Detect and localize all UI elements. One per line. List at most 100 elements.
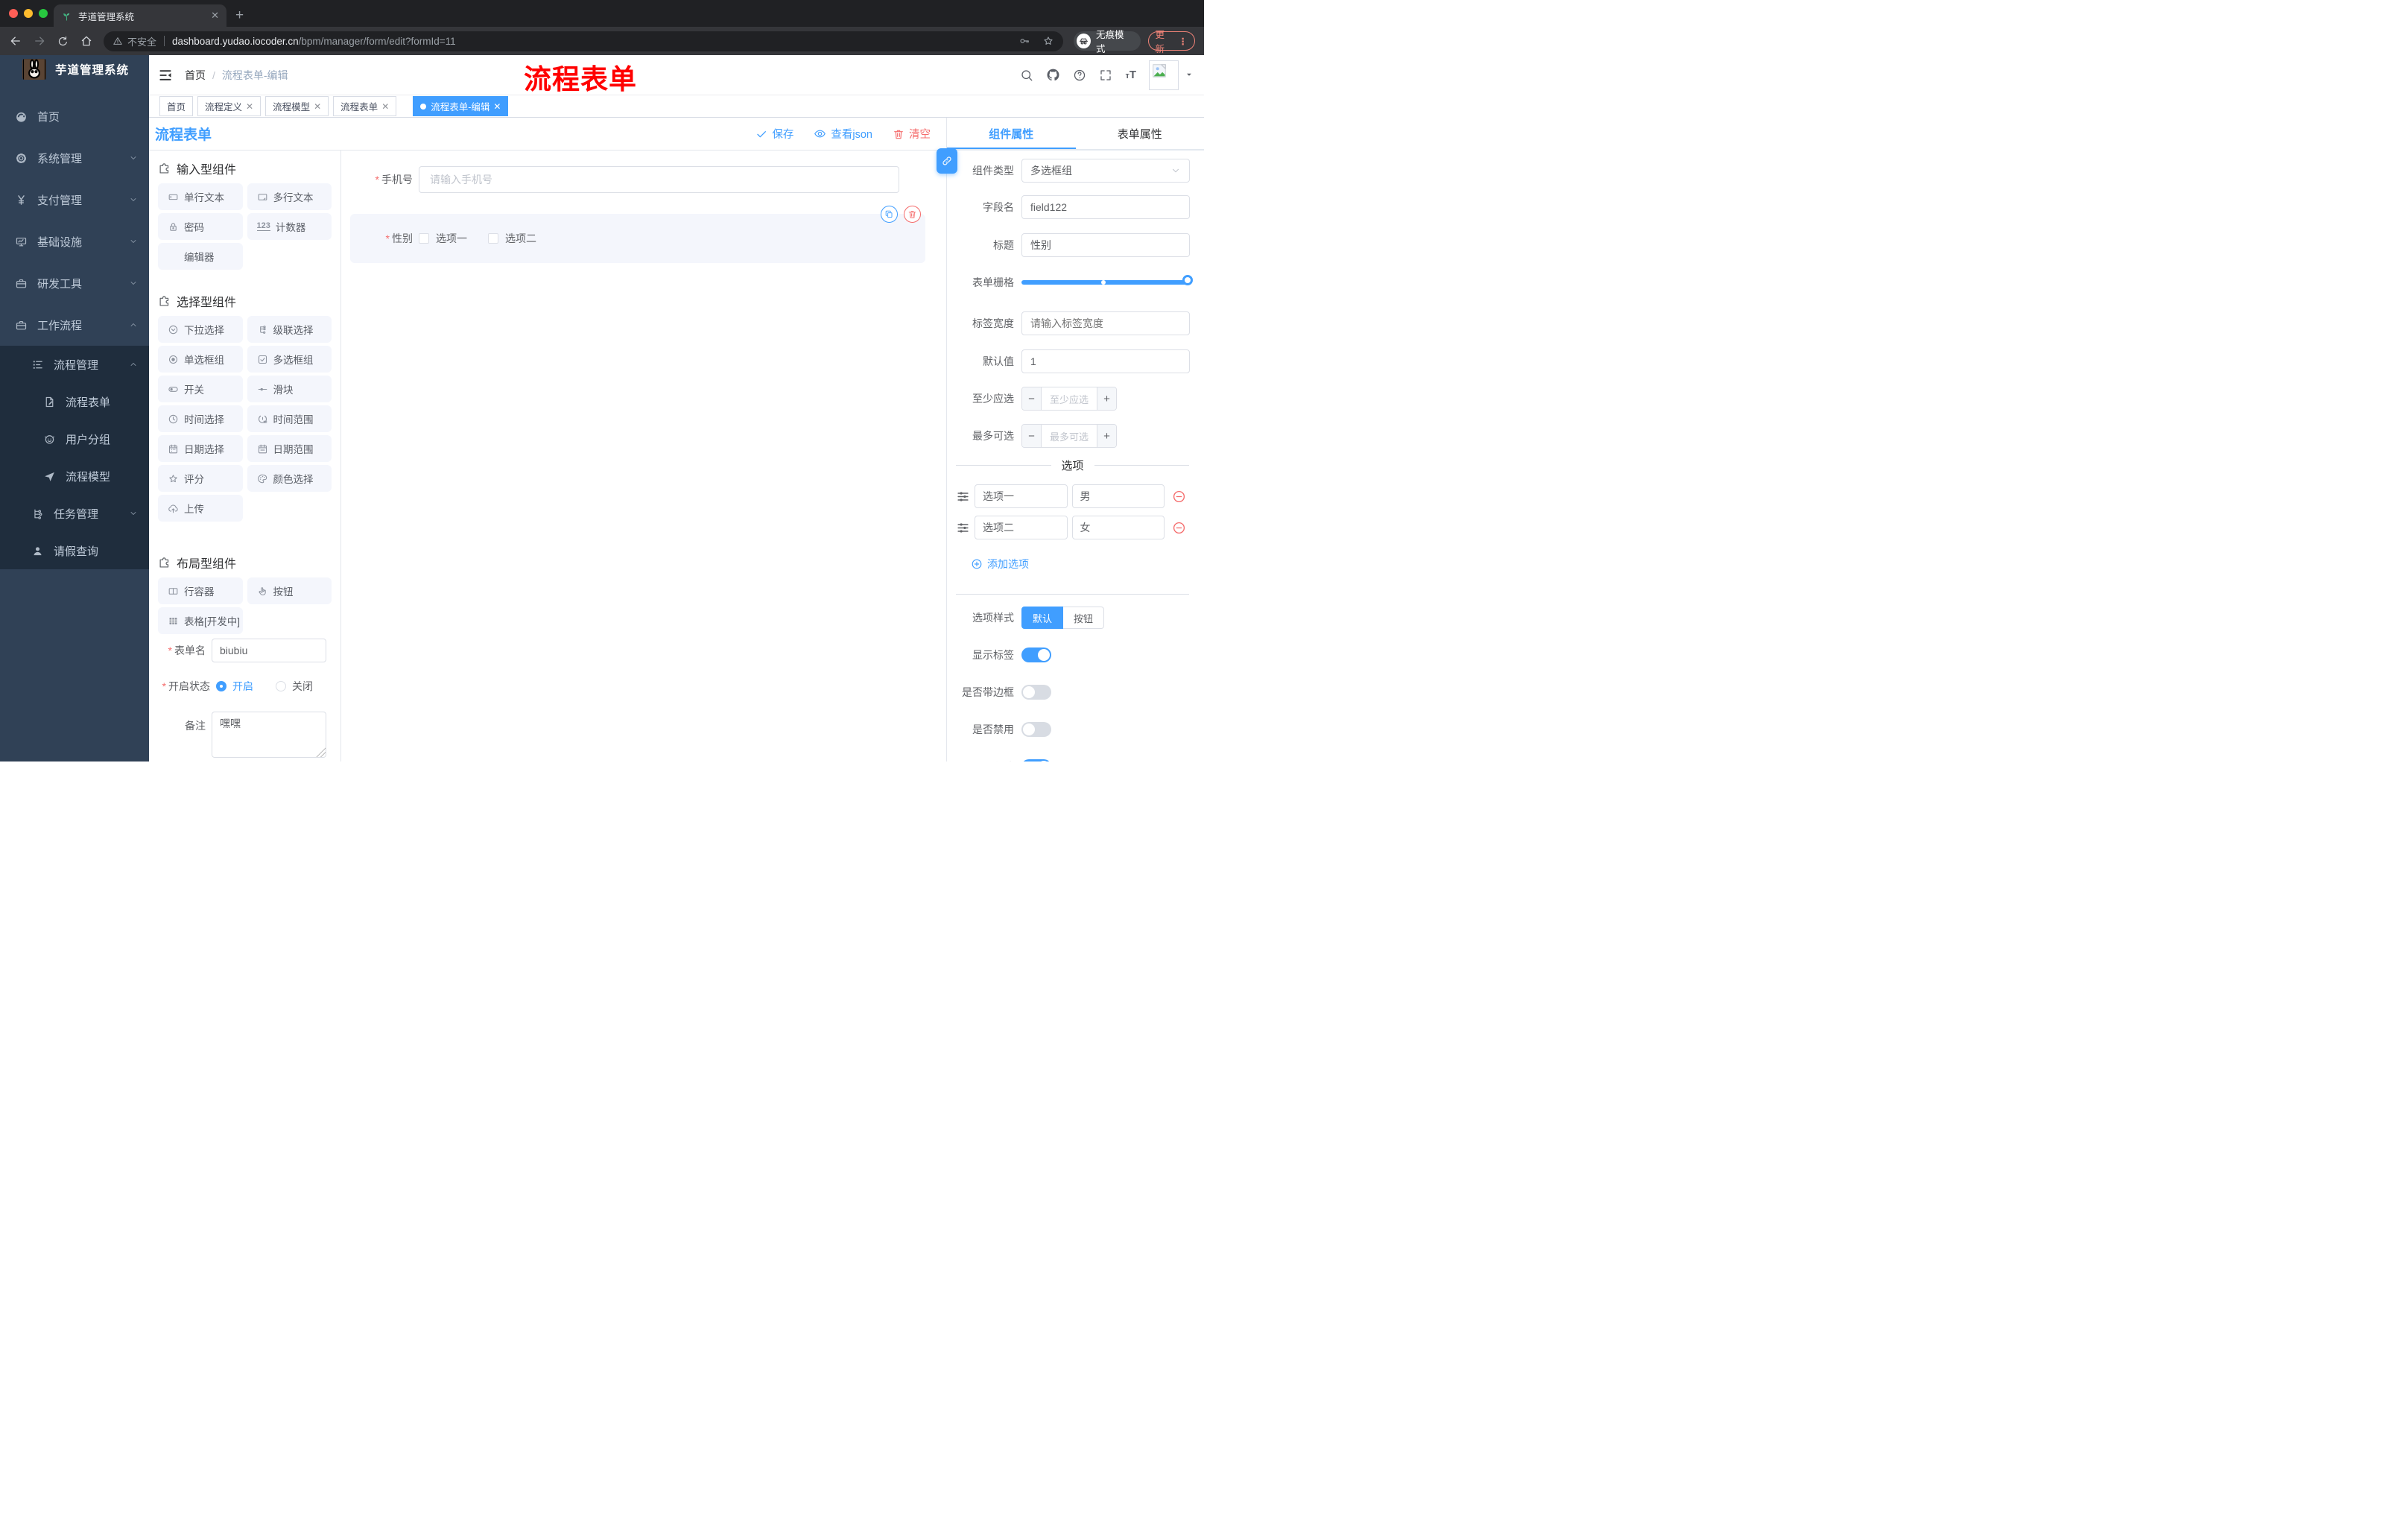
sidebar-item-系统管理[interactable]: 系统管理 <box>0 137 149 179</box>
plus-button[interactable]: + <box>1097 387 1116 410</box>
status-off-radio[interactable] <box>276 681 286 691</box>
palette-item-上传[interactable]: 上传 <box>158 495 243 522</box>
palette-item-颜色选择[interactable]: 颜色选择 <box>247 465 332 492</box>
minus-button[interactable]: − <box>1022 387 1042 410</box>
palette-item-单行文本[interactable]: 单行文本 <box>158 183 243 210</box>
status-on-radio[interactable] <box>216 681 226 691</box>
url-bar[interactable]: 不安全 dashboard.yudao.iocoder.cn /bpm/mana… <box>104 31 1063 51</box>
font-size-icon[interactable]: тT <box>1125 69 1136 81</box>
toggle-显示标签[interactable] <box>1021 647 1051 662</box>
maximize-window-button[interactable] <box>39 9 48 18</box>
reload-icon[interactable] <box>57 35 69 48</box>
remove-option-button[interactable] <box>1172 490 1186 504</box>
sidebar-item-用户分组[interactable]: 用户分组 <box>0 420 149 457</box>
browser-tab[interactable]: 芋道管理系统 ✕ <box>54 4 226 27</box>
tab-component-props[interactable]: 组件属性 <box>947 118 1076 149</box>
help-icon[interactable] <box>1073 69 1086 82</box>
palette-item-表格[开发中][interactable]: 表格[开发中] <box>158 607 243 634</box>
remark-textarea[interactable]: 嘿嘿 <box>212 712 326 758</box>
minus-button[interactable]: − <box>1022 425 1042 447</box>
canvas-field-gender-selected[interactable]: * 性别 选项一 选项二 <box>350 206 925 263</box>
sidebar-item-基础设施[interactable]: 基础设施 <box>0 221 149 262</box>
add-option-button[interactable]: 添加选项 <box>971 557 1029 571</box>
palette-item-时间选择[interactable]: 时间选择 <box>158 405 243 432</box>
avatar-caret-icon[interactable] <box>1185 69 1194 82</box>
tab-form-props[interactable]: 表单属性 <box>1076 118 1205 149</box>
fullscreen-icon[interactable] <box>1099 69 1112 82</box>
sidebar-item-研发工具[interactable]: 研发工具 <box>0 262 149 304</box>
tag-close-icon[interactable]: ✕ <box>314 101 321 112</box>
tag-流程定义[interactable]: 流程定义 ✕ <box>197 96 262 116</box>
link-handle[interactable] <box>937 148 957 174</box>
component-type-select[interactable]: 多选框组 <box>1021 159 1190 183</box>
update-button[interactable]: 更新 ⋮ <box>1147 30 1195 54</box>
sidebar-item-工作流程[interactable]: 工作流程 <box>0 304 149 346</box>
palette-item-级联选择[interactable]: 级联选择 <box>247 316 332 343</box>
forward-icon[interactable] <box>33 34 46 48</box>
palette-item-单选框组[interactable]: 单选框组 <box>158 346 243 373</box>
option-style-默认[interactable]: 默认 <box>1021 607 1064 629</box>
back-icon[interactable] <box>9 34 22 48</box>
palette-item-评分[interactable]: 评分 <box>158 465 243 492</box>
grid-slider[interactable] <box>1021 270 1193 294</box>
home-icon[interactable] <box>80 34 93 48</box>
avatar[interactable] <box>1149 60 1179 90</box>
palette-item-多行文本[interactable]: 多行文本 <box>247 183 332 210</box>
delete-component-button[interactable] <box>904 206 921 223</box>
bookmark-star-icon[interactable] <box>1042 35 1054 47</box>
sidebar-item-请假查询[interactable]: 请假查询 <box>0 532 149 569</box>
palette-item-计数器[interactable]: 123 计数器 <box>247 213 332 240</box>
palette-item-多选框组[interactable]: 多选框组 <box>247 346 332 373</box>
min-select-value[interactable]: 至少应选 <box>1042 387 1097 410</box>
checkbox-box[interactable] <box>488 233 498 244</box>
default-value-input[interactable] <box>1021 349 1190 373</box>
browser-menu-icon[interactable]: ⋮ <box>1179 36 1188 47</box>
github-icon[interactable] <box>1046 68 1060 82</box>
option-label-input[interactable] <box>975 484 1068 508</box>
checkbox-选项二[interactable]: 选项二 <box>488 231 536 246</box>
palette-item-开关[interactable]: 开关 <box>158 376 243 402</box>
option-value-input[interactable] <box>1071 484 1165 508</box>
palette-item-编辑器[interactable]: 编辑器 <box>158 243 243 270</box>
label-width-input[interactable] <box>1021 311 1190 335</box>
palette-item-滑块[interactable]: 滑块 <box>247 376 332 402</box>
key-icon[interactable] <box>1018 35 1030 47</box>
palette-item-按钮[interactable]: 按钮 <box>247 577 332 604</box>
new-tab-button[interactable]: + <box>235 6 244 25</box>
search-icon[interactable] <box>1020 69 1033 82</box>
palette-item-日期选择[interactable]: 日期选择 <box>158 435 243 462</box>
checkbox-选项一[interactable]: 选项一 <box>419 231 467 246</box>
drag-handle-icon[interactable] <box>956 521 970 535</box>
tag-close-icon[interactable]: ✕ <box>246 101 253 112</box>
clear-button[interactable]: 清空 <box>893 126 931 142</box>
plus-button[interactable]: + <box>1097 425 1116 447</box>
palette-item-时间范围[interactable]: 时间范围 <box>247 405 332 432</box>
drag-handle-icon[interactable] <box>956 490 970 504</box>
form-name-input[interactable] <box>212 639 326 662</box>
close-window-button[interactable] <box>9 9 18 18</box>
field-name-input[interactable] <box>1021 195 1190 219</box>
canvas-field-phone[interactable]: * 手机号 <box>341 166 946 193</box>
tag-首页[interactable]: 首页 <box>159 96 194 116</box>
tag-流程模型[interactable]: 流程模型 ✕ <box>265 96 329 116</box>
option-value-input[interactable] <box>1071 516 1165 539</box>
tag-流程表单-编辑[interactable]: 流程表单-编辑 ✕ <box>413 96 509 116</box>
copy-component-button[interactable] <box>881 206 898 223</box>
toggle-是否带边框[interactable] <box>1021 685 1051 700</box>
minimize-window-button[interactable] <box>24 9 33 18</box>
sidebar-item-流程管理[interactable]: 流程管理 <box>0 346 149 383</box>
phone-input[interactable] <box>419 166 899 193</box>
option-style-按钮[interactable]: 按钮 <box>1063 607 1105 629</box>
max-select-value[interactable]: 最多可选 <box>1042 425 1097 447</box>
sidebar-item-流程模型[interactable]: 流程模型 <box>0 457 149 495</box>
sidebar-logo[interactable]: 芋道管理系统 <box>0 55 149 83</box>
save-button[interactable]: 保存 <box>755 126 793 142</box>
option-label-input[interactable] <box>975 516 1068 539</box>
tag-close-icon[interactable]: ✕ <box>381 101 389 112</box>
palette-item-行容器[interactable]: 行容器 <box>158 577 243 604</box>
tag-流程表单[interactable]: 流程表单 ✕ <box>333 96 397 116</box>
sidebar-item-任务管理[interactable]: 任务管理 <box>0 495 149 532</box>
palette-item-日期范围[interactable]: 日期范围 <box>247 435 332 462</box>
title-input[interactable] <box>1021 233 1190 257</box>
slider-handle[interactable] <box>1182 275 1193 285</box>
